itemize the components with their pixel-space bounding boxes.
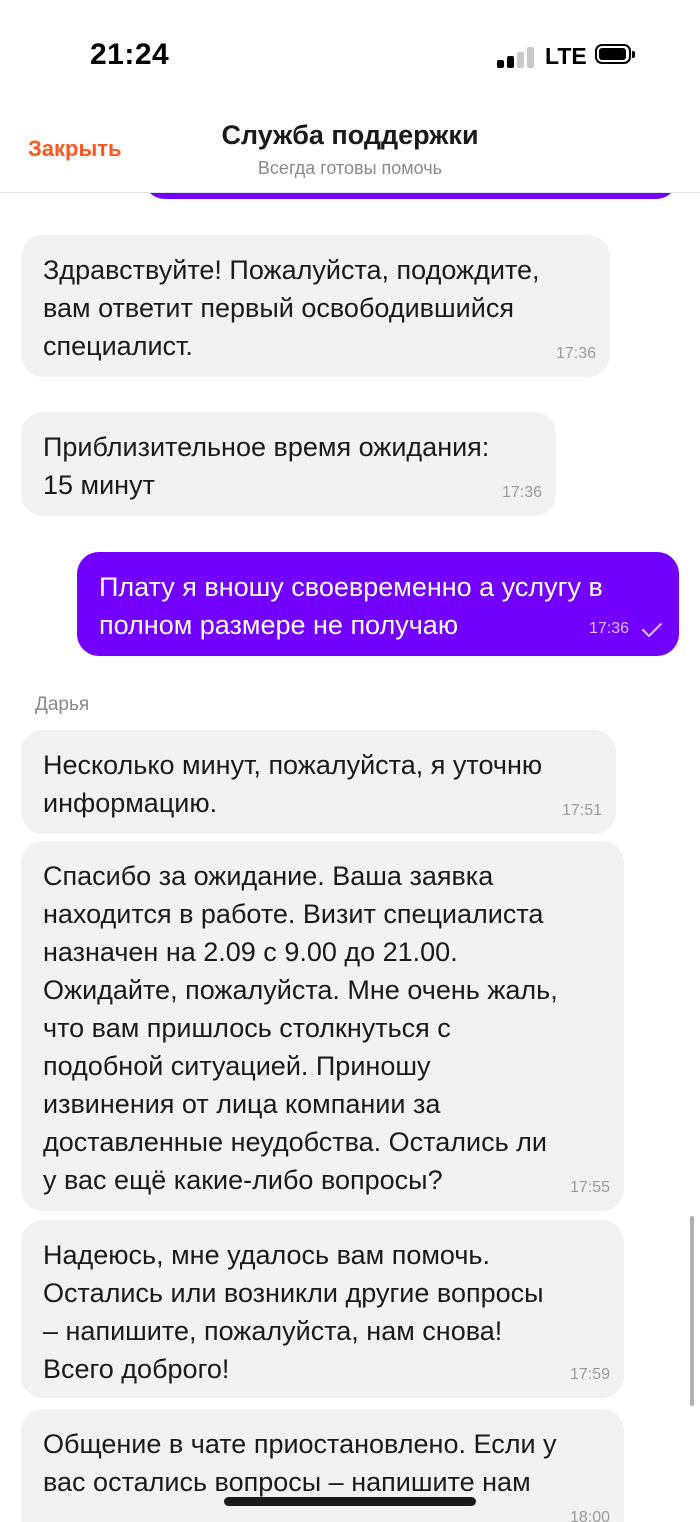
message-time: 17:36: [501, 484, 542, 501]
message-time: 17:51: [561, 802, 602, 819]
sender-name: Дарья: [35, 694, 90, 715]
incoming-message-bubble: Несколько минут, пожалуйста, я уточню ин…: [21, 730, 616, 834]
message-time: 17:55: [569, 1179, 610, 1196]
message-text: Здравствуйте! Пожалуйста, подождите, вам…: [43, 255, 540, 361]
outgoing-message-bubble: Плату я вношу своевременно а услугу в по…: [77, 552, 679, 656]
message-text: Плату я вношу своевременно а услугу в по…: [99, 572, 603, 640]
message-text: Надеюсь, мне удалось вам помочь. Осталис…: [43, 1240, 544, 1384]
cellular-signal-icon: [497, 46, 537, 68]
chat-scrollbar[interactable]: [690, 1216, 694, 1406]
message-time: 17:36: [555, 345, 596, 362]
incoming-message-bubble: Здравствуйте! Пожалуйста, подождите, вам…: [21, 235, 610, 377]
incoming-message-bubble: Спасибо за ожидание. Ваша заявка находит…: [21, 841, 624, 1211]
outgoing-message-bubble-partial: [143, 193, 678, 199]
network-type-label: LTE: [545, 43, 587, 69]
page-title: Служба поддержки: [221, 120, 479, 150]
chat-header: Закрыть Служба поддержки Всегда готовы п…: [0, 110, 700, 193]
status-bar: 21:24 LTE: [0, 0, 700, 110]
status-time: 21:24: [90, 38, 170, 71]
incoming-message-bubble: Надеюсь, мне удалось вам помочь. Осталис…: [21, 1220, 624, 1398]
message-time: 17:36: [588, 620, 629, 637]
message-time: 17:59: [569, 1366, 610, 1383]
message-text: Приблизительное время ожидания: 15 минут: [43, 432, 490, 500]
home-indicator[interactable]: [224, 1497, 476, 1506]
message-time: 18:00: [569, 1509, 610, 1522]
chat-message-list[interactable]: Здравствуйте! Пожалуйста, подождите, вам…: [0, 193, 700, 1522]
message-text: Общение в чате приостановлено. Если у ва…: [43, 1429, 557, 1497]
page-subtitle: Всегда готовы помочь: [257, 158, 443, 178]
incoming-message-bubble: Приблизительное время ожидания: 15 минут…: [21, 412, 556, 516]
message-text: Спасибо за ожидание. Ваша заявка находит…: [43, 861, 558, 1195]
delivered-check-icon: [642, 623, 662, 637]
message-text: Несколько минут, пожалуйста, я уточню ин…: [43, 750, 543, 818]
battery-icon: [595, 44, 635, 66]
